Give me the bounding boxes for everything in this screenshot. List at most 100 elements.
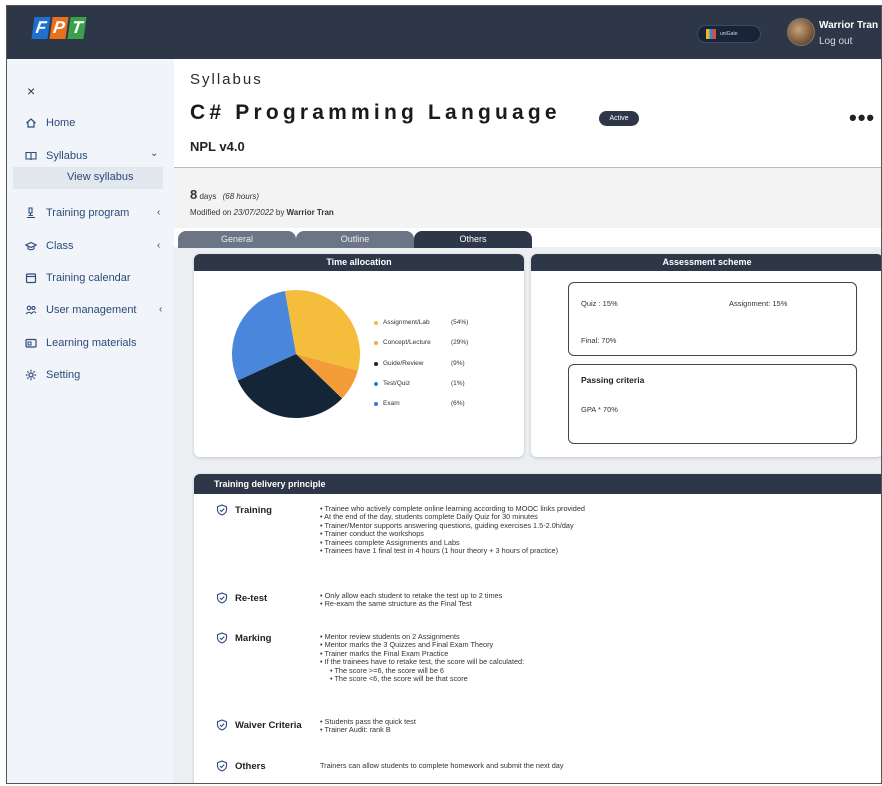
app-frame: F P T uniGate Warrior Tran Log out × Hom… bbox=[6, 5, 882, 784]
shield-check-icon bbox=[216, 504, 228, 516]
section-label: Waiver Criteria bbox=[235, 719, 302, 731]
legend-label: Assignment/Lab bbox=[383, 319, 430, 326]
chevron-down-icon[interactable]: ⌄ bbox=[150, 148, 158, 159]
sidebar-item-syllabus[interactable]: Syllabus bbox=[25, 150, 88, 162]
tab-others[interactable]: Others bbox=[414, 231, 532, 248]
section-label: Training bbox=[235, 504, 272, 516]
fpt-logo[interactable]: F P T bbox=[31, 17, 87, 39]
modified-prefix: Modified on bbox=[190, 208, 234, 217]
tab-general[interactable]: General bbox=[178, 231, 296, 248]
modified-info: Modified on 23/07/2022 by Warrior Tran bbox=[190, 208, 334, 217]
legend-label: Concept/Lecture bbox=[383, 339, 431, 346]
sidebar-item-label: Training calendar bbox=[46, 272, 131, 284]
legend-label: Guide/Review bbox=[383, 360, 424, 367]
sidebar-item-label: Setting bbox=[46, 369, 81, 381]
final-weight: Final: 70% bbox=[581, 336, 617, 345]
legend-dot bbox=[374, 381, 378, 386]
tab-outline[interactable]: Outline bbox=[296, 231, 414, 248]
calendar-icon bbox=[25, 273, 37, 284]
sidebar: × Home Syllabus ⌄ View syllabus Training… bbox=[7, 59, 174, 783]
folder-icon bbox=[25, 338, 37, 348]
hours-count: (68 hours) bbox=[222, 192, 260, 201]
sidebar-item-user-management[interactable]: User management bbox=[25, 304, 137, 316]
legend-item: Test/Quiz (1%) bbox=[374, 380, 465, 387]
sidebar-item-home[interactable]: Home bbox=[25, 117, 75, 129]
modified-date: 23/07/2022 bbox=[233, 208, 274, 217]
training-delivery-card: Training delivery principle Training • T… bbox=[194, 474, 881, 783]
sidebar-item-label: Home bbox=[46, 117, 76, 129]
gear-icon bbox=[25, 369, 37, 381]
graduation-cap-icon bbox=[25, 241, 37, 251]
training-bullets: • Trainee who actively complete online l… bbox=[320, 504, 585, 556]
legend-dot bbox=[374, 361, 378, 366]
gpa-requirement: GPA * 70% bbox=[581, 405, 618, 414]
section-marking: Marking bbox=[216, 632, 271, 644]
section-waiver-criteria: Waiver Criteria bbox=[216, 719, 302, 731]
shield-check-icon bbox=[216, 632, 228, 644]
section-label: Re-test bbox=[235, 592, 268, 604]
waiver-bullets: • Students pass the quick test • Trainer… bbox=[320, 717, 416, 735]
users-icon bbox=[25, 305, 37, 315]
section-label: Others bbox=[235, 760, 266, 772]
bullet: Trainers can allow students to complete … bbox=[320, 761, 564, 770]
sidebar-item-setting[interactable]: Setting bbox=[25, 369, 80, 381]
status-badge: Active bbox=[599, 111, 639, 126]
legend-dot bbox=[374, 401, 378, 406]
more-options-button[interactable]: ••• bbox=[849, 105, 875, 131]
training-delivery-title: Training delivery principle bbox=[194, 474, 881, 494]
unigate-button[interactable]: uniGate bbox=[697, 25, 761, 43]
book-icon bbox=[25, 151, 37, 161]
time-allocation-card: Time allocation Assignment/Lab (54%) Con… bbox=[194, 254, 524, 457]
sidebar-item-training-program[interactable]: Training program bbox=[25, 207, 129, 219]
sidebar-item-label: Syllabus bbox=[46, 150, 88, 162]
sidebar-item-label: User management bbox=[46, 304, 137, 316]
sidebar-item-training-calendar[interactable]: Training calendar bbox=[25, 272, 131, 284]
bullet: • Trainees have 1 final test in 4 hours … bbox=[320, 546, 559, 556]
meta-band bbox=[174, 168, 881, 228]
sidebar-item-label: Class bbox=[46, 240, 74, 252]
legend-pct: (6%) bbox=[451, 400, 465, 407]
legend-label: Exam bbox=[383, 400, 400, 407]
page-label: Syllabus bbox=[190, 71, 263, 88]
modified-by-prefix: by bbox=[273, 208, 287, 217]
shield-check-icon bbox=[216, 760, 228, 772]
main-content: Syllabus C# Programming Language Active … bbox=[174, 59, 881, 783]
shield-check-icon bbox=[216, 592, 228, 604]
duration: 8 days (68 hours) bbox=[190, 187, 259, 202]
chevron-left-icon[interactable]: ‹ bbox=[157, 207, 160, 218]
sidebar-item-learning-materials[interactable]: Learning materials bbox=[25, 337, 137, 349]
time-allocation-title: Time allocation bbox=[194, 254, 524, 271]
logo-letter: P bbox=[49, 17, 69, 39]
version-label: NPL v4.0 bbox=[190, 139, 245, 154]
legend-label: Test/Quiz bbox=[383, 380, 411, 387]
bullet: • The score <6, the score will be that s… bbox=[330, 674, 468, 684]
legend-pct: (54%) bbox=[451, 319, 469, 326]
microscope-icon bbox=[27, 207, 35, 219]
assignment-weight: Assignment: 15% bbox=[729, 299, 788, 308]
legend-dot bbox=[374, 320, 378, 325]
others-bullets: Trainers can allow students to complete … bbox=[320, 761, 564, 770]
logout-link[interactable]: Log out bbox=[819, 36, 852, 47]
sidebar-item-label: Training program bbox=[46, 207, 130, 219]
logo-letter: F bbox=[31, 17, 51, 39]
section-others: Others bbox=[216, 760, 266, 772]
retest-bullets: • Only allow each student to retake the … bbox=[320, 591, 502, 609]
logo-letter: T bbox=[67, 17, 87, 39]
chevron-left-icon[interactable]: ‹ bbox=[157, 240, 160, 251]
avatar[interactable] bbox=[787, 18, 815, 46]
unigate-label: uniGate bbox=[720, 31, 738, 37]
user-name: Warrior Tran bbox=[819, 20, 879, 31]
time-allocation-pie-chart bbox=[232, 290, 360, 418]
passing-criteria-box: Passing criteria GPA * 70% bbox=[568, 364, 857, 444]
sidebar-subitem-view-syllabus[interactable]: View syllabus bbox=[13, 167, 163, 189]
top-bar: F P T uniGate Warrior Tran Log out bbox=[7, 6, 881, 59]
close-icon[interactable]: × bbox=[27, 83, 35, 99]
legend-pct: (1%) bbox=[451, 380, 465, 387]
sidebar-item-class[interactable]: Class bbox=[25, 240, 74, 252]
legend-pct: (29%) bbox=[451, 339, 469, 346]
chevron-left-icon[interactable]: ‹ bbox=[159, 304, 162, 315]
shield-check-icon bbox=[216, 719, 228, 731]
quiz-weight: Quiz : 15% bbox=[581, 299, 618, 308]
section-retest: Re-test bbox=[216, 592, 267, 604]
modified-by: Warrior Tran bbox=[286, 208, 334, 217]
